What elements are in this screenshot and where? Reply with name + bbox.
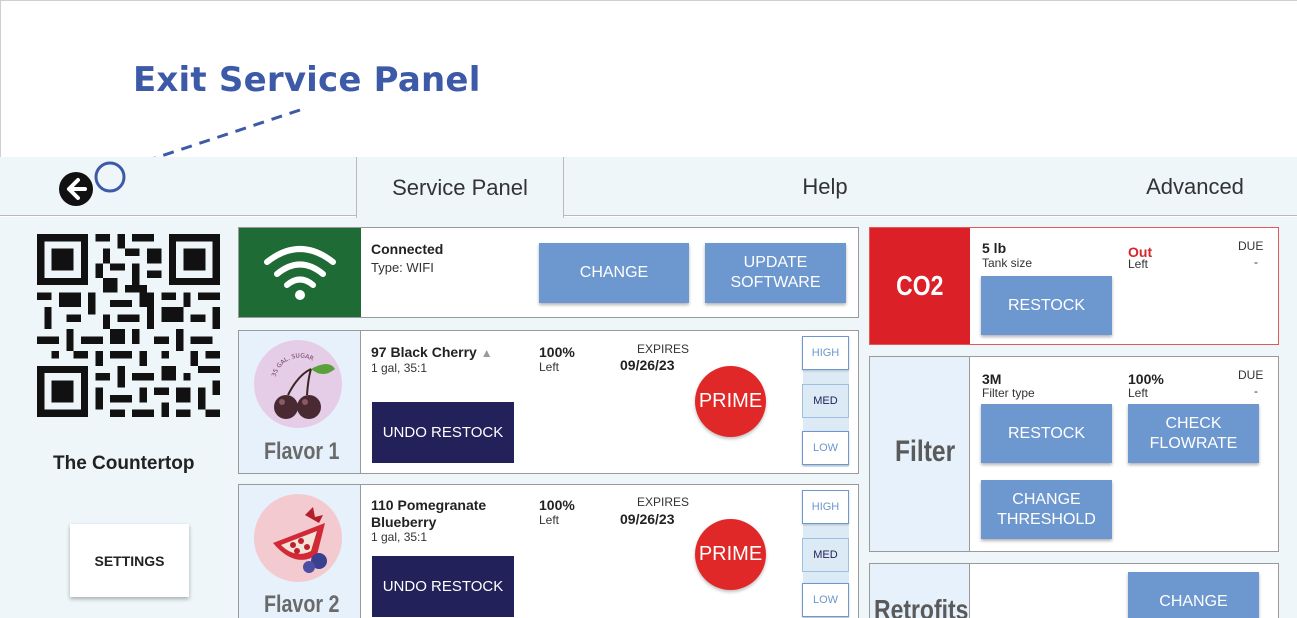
change-threshold-label-2: THRESHOLD — [997, 510, 1096, 528]
black-cherry-image: 35 GAL. SUGAR — [254, 340, 342, 428]
co2-restock-button[interactable]: RESTOCK — [981, 276, 1112, 335]
change-threshold-button[interactable]: CHANGE THRESHOLD — [981, 480, 1112, 539]
co2-size-label: Tank size — [982, 256, 1033, 270]
flavor-1-detail: 1 gal, 35:1 — [371, 361, 428, 375]
tab-service-panel-label: Service Panel — [392, 174, 528, 200]
pomegranate-blueberry-image — [254, 494, 342, 582]
flavor-1-prime-button[interactable]: PRIME — [695, 366, 766, 437]
flavor-1-slot-label: Flavor 1 — [264, 438, 340, 465]
filter-due-value: - — [1254, 384, 1258, 398]
flavor-2-level-low[interactable]: LOW — [802, 583, 849, 617]
co2-due-value: - — [1254, 255, 1258, 269]
change-threshold-label-1: CHANGE — [1012, 490, 1081, 508]
co2-title: CO2 — [896, 270, 944, 301]
filter-restock-button[interactable]: RESTOCK — [981, 404, 1112, 463]
check-flowrate-label-1: CHECK — [1165, 414, 1222, 432]
flavor-2-undo-restock-button[interactable]: UNDO RESTOCK — [372, 556, 514, 617]
flavor-1-level-value: 100% — [539, 344, 575, 360]
filter-type-value: 3M — [982, 371, 1002, 387]
filter-type-label: Filter type — [982, 386, 1035, 400]
flavor-2-expires-date: 09/26/23 — [620, 511, 675, 527]
flavor-1-expires-label: EXPIRES — [637, 342, 690, 356]
flavor-1-level-label: Left — [539, 360, 560, 374]
back-arrow-icon[interactable] — [58, 171, 94, 207]
flavor-2-detail: 1 gal, 35:1 — [371, 530, 428, 544]
flavor-2-level-label: Left — [539, 513, 560, 527]
flavor-2-name-line-2: Blueberry — [371, 514, 437, 530]
flavor-2-slot-label: Flavor 2 — [264, 591, 340, 618]
update-software-label-1: UPDATE — [743, 254, 808, 271]
flavor-1-level-high[interactable]: HIGH — [802, 336, 849, 370]
settings-button[interactable]: SETTINGS — [70, 524, 189, 597]
flavor-1-expires-date: 09/26/23 — [620, 357, 675, 373]
filter-level-label: Left — [1128, 386, 1149, 400]
retrofits-title: Retrofits — [874, 594, 969, 618]
flavor-1-name-text: 97 Black Cherry — [371, 344, 477, 360]
filter-level-value: 100% — [1128, 371, 1164, 387]
check-flowrate-label-2: FLOWRATE — [1149, 434, 1238, 452]
flavor-2-expires-label: EXPIRES — [637, 495, 690, 509]
wifi-tile — [239, 228, 361, 317]
location-name: The Countertop — [53, 453, 195, 474]
update-software-label-2: SOFTWARE — [730, 274, 821, 291]
wifi-status: Connected — [371, 241, 444, 257]
flavor-1-undo-restock-button[interactable]: UNDO RESTOCK — [372, 402, 514, 463]
update-software-button[interactable]: UPDATE SOFTWARE — [705, 243, 846, 303]
flavor-2-name-line-1: 110 Pomegranate — [371, 497, 487, 513]
retrofits-tile: Retrofits — [870, 564, 970, 618]
tab-help-label: Help — [802, 174, 848, 199]
co2-size-value: 5 lb — [982, 240, 1007, 256]
retrofits-change-button[interactable]: CHANGE — [1128, 572, 1259, 618]
flavor-1-level-low[interactable]: LOW — [802, 431, 849, 465]
flavor-1-name: 97 Black Cherry ▲ — [371, 344, 493, 360]
flavor-2-level-value: 100% — [539, 497, 575, 513]
flavor-2-level-high[interactable]: HIGH — [802, 490, 849, 524]
flavor-2-level-med[interactable]: MED — [802, 538, 849, 572]
tab-service-panel[interactable]: Service Panel — [356, 157, 564, 218]
co2-status-label: Left — [1128, 257, 1149, 271]
check-flowrate-button[interactable]: CHECK FLOWRATE — [1128, 404, 1259, 463]
up-arrow-icon: ▲ — [480, 346, 493, 360]
filter-due-label: DUE — [1238, 368, 1264, 382]
tab-advanced-label: Advanced — [1146, 174, 1244, 199]
filter-title: Filter — [895, 435, 956, 468]
wifi-change-button[interactable]: CHANGE — [539, 243, 689, 303]
callout-target-circle — [94, 161, 126, 193]
qr-code — [37, 234, 220, 417]
wifi-icon — [264, 246, 336, 300]
flavor-1-level-med[interactable]: MED — [802, 384, 849, 418]
co2-tile: CO2 — [870, 228, 970, 344]
tab-help[interactable]: Help — [720, 157, 930, 217]
flavor-2-prime-button[interactable]: PRIME — [695, 519, 766, 590]
wifi-type: Type: WIFI — [371, 260, 434, 275]
tab-advanced[interactable]: Advanced — [1100, 157, 1290, 217]
co2-due-label: DUE — [1238, 239, 1264, 253]
